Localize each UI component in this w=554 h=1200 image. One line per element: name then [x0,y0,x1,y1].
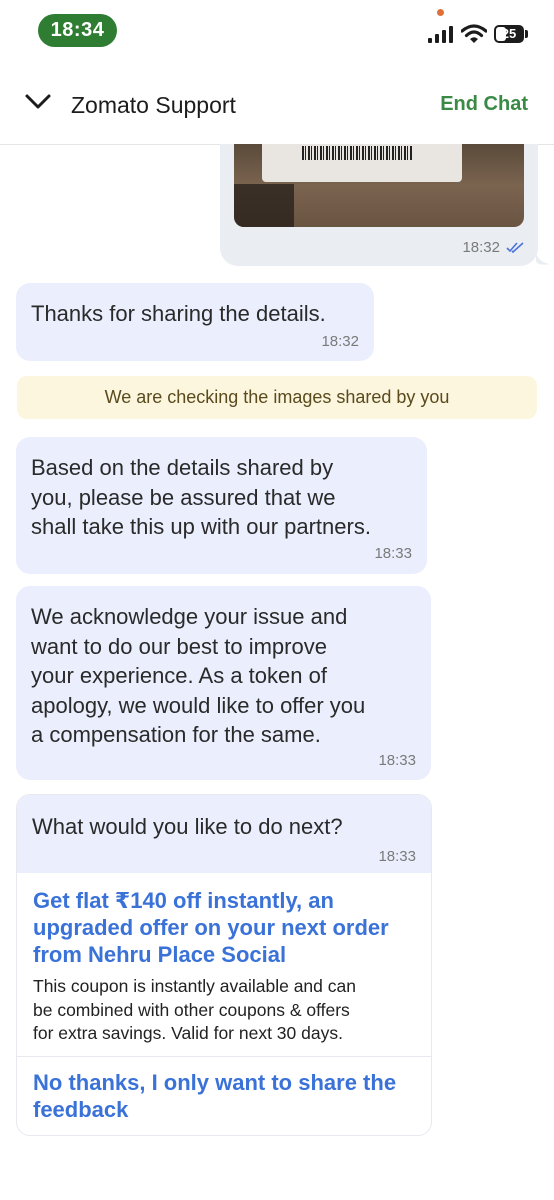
message-time: 18:33 [378,848,416,865]
message-line: Based on the details shared by [31,455,334,480]
double-check-icon [506,242,524,253]
message-line: want to do our best to improve [31,633,327,659]
options-prompt: What would you like to do next? 18:33 [17,795,431,873]
option-line: This coupon is instantly available and c… [33,976,356,996]
option-coupon-description: This coupon is instantly available and c… [33,975,418,1046]
message-line: you, please be assured that we [31,484,336,510]
photo-barcode [302,146,412,160]
end-chat-button[interactable]: End Chat [440,93,528,116]
message-text: Thanks for sharing the details. [31,301,326,326]
options-message: What would you like to do next? 18:33 Ge… [16,794,432,1136]
sent-image-message: 18:32 [220,144,538,266]
photo-shadow [234,184,294,227]
message-time: 18:32 [321,333,359,350]
option-line: No thanks, I only want to share the [33,1070,397,1095]
message-line: We acknowledge your issue and [31,604,348,629]
photo-package-label [262,144,462,182]
chat-title: Zomato Support [71,92,236,118]
message-line: apology, we would like to offer you [31,692,366,718]
message-time: 18:33 [374,545,412,562]
battery-percentage: 25 [501,26,517,41]
message-text: We acknowledge your issue and want to do… [31,602,365,750]
message-time: 18:33 [378,752,416,769]
message-text: Based on the details shared by you, plea… [31,453,371,542]
battery-icon: 25 [494,25,524,43]
sent-message-time: 18:32 [462,239,500,256]
status-banner: We are checking the images shared by you [17,376,537,419]
option-line: from Nehru Place Social [33,942,287,967]
option-line: feedback [33,1097,129,1122]
chat-header: Zomato Support End Chat [0,62,554,145]
option-divider [17,1056,431,1057]
privacy-indicator-dot [437,9,444,16]
wifi-icon [461,24,487,43]
option-feedback[interactable]: No thanks, I only want to share the feed… [33,1069,418,1123]
message-line: shall take this up with our partners. [31,514,371,539]
status-time: 18:34 [38,14,117,47]
message-acknowledge: We acknowledge your issue and want to do… [16,586,431,780]
sent-message-meta: 18:32 [462,239,524,256]
option-line: be combined with other coupons & offers [33,999,350,1020]
shared-photo[interactable] [234,144,524,227]
bubble-tail [536,252,550,265]
chevron-down-icon[interactable] [24,93,52,111]
signal-icon [428,26,453,43]
message-text: What would you like to do next? [32,814,343,839]
option-coupon-title[interactable]: Get flat ₹140 off instantly, an upgraded… [33,887,418,968]
option-line: upgraded offer on your next order [33,915,389,940]
option-line: Get flat ₹140 off instantly, an [33,888,334,913]
chat-thread[interactable]: 18:32 Thanks for sharing the details. 18… [0,144,554,1200]
battery-cap [525,30,528,38]
message-line: your experience. As a token of [31,663,327,688]
message-line: a compensation for the same. [31,722,321,747]
option-line: for extra savings. Valid for next 30 day… [33,1023,343,1043]
status-bar: 18:34 25 [0,0,554,62]
message-assured: Based on the details shared by you, plea… [16,437,427,574]
message-thanks: Thanks for sharing the details. 18:32 [16,283,374,361]
